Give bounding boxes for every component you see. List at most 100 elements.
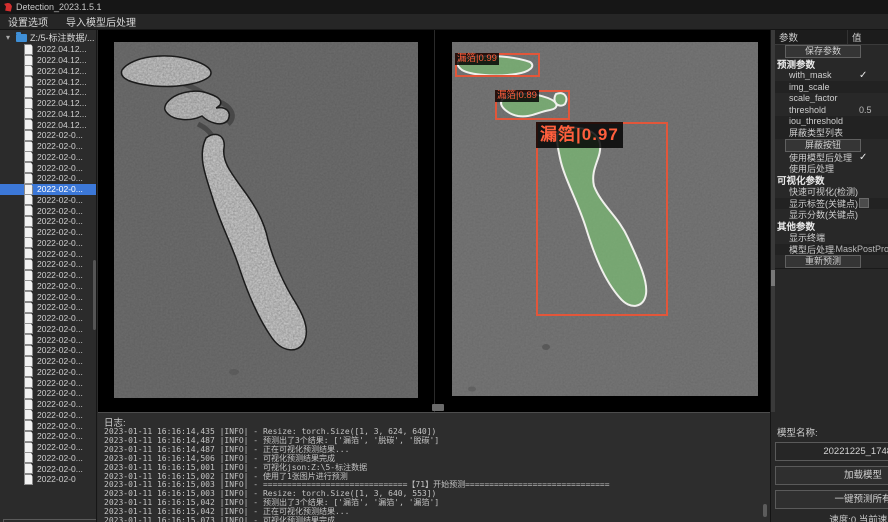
tree-file-item[interactable]: 2022-02-0... [0, 291, 97, 302]
tree-file-item[interactable]: 2022-02-0... [0, 141, 97, 152]
tree-file-item[interactable]: 2022-02-0... [0, 377, 97, 388]
tree-file-item[interactable]: 2022-02-0... [0, 162, 97, 173]
tree-file-item[interactable]: 2022-02-0... [0, 388, 97, 399]
original-image[interactable] [114, 42, 418, 398]
file-label: 2022.04.12... [37, 87, 87, 97]
model-name-field[interactable]: 20221225_174813 [775, 442, 888, 461]
tree-file-item[interactable]: 2022-02-0... [0, 227, 97, 238]
tree-file-item[interactable]: 2022-02-0 [0, 474, 97, 485]
param-action-button[interactable]: 屏蔽按钮 [785, 139, 861, 152]
tree-file-item[interactable]: 2022-02-0... [0, 324, 97, 335]
param-value: 0.5 [859, 105, 872, 115]
checkmark-icon[interactable]: ✓ [859, 152, 867, 163]
param-label: img_scale [775, 82, 859, 92]
file-icon [24, 345, 33, 356]
tree-file-item[interactable]: 2022-02-0... [0, 420, 97, 431]
tree-file-item[interactable]: 2022-02-0... [0, 442, 97, 453]
load-model-button[interactable]: 加载模型 [775, 466, 888, 485]
file-label: 2022-02-0... [37, 464, 83, 474]
parameter-row[interactable]: threshold0.5 [775, 104, 888, 116]
tree-file-item[interactable]: 2022-02-0... [0, 152, 97, 163]
file-label: 2022.04.12... [37, 55, 87, 65]
file-icon [24, 87, 33, 98]
file-label: 2022-02-0... [37, 335, 83, 345]
tree-file-item[interactable]: 2022-02-0... [0, 334, 97, 345]
tree-file-item[interactable]: 2022-02-0... [0, 356, 97, 367]
app-window: Detection_2023.1.5.1 设置选项 导入模型后处理 ▾ Z:/5… [0, 0, 888, 522]
tree-file-item[interactable]: 2022-02-0... [0, 367, 97, 378]
tree-file-item[interactable]: 2022.04.12... [0, 87, 97, 98]
param-label: 模型后处理器 [775, 243, 835, 256]
tree-root-folder[interactable]: ▾ Z:/5-标注数据/... [0, 31, 97, 44]
checkmark-icon[interactable]: ✓ [859, 70, 867, 81]
file-label: 2022-02-0... [37, 345, 83, 355]
tree-file-item[interactable]: 2022.04.12... [0, 98, 97, 109]
parameter-table-header: 参数 值 [775, 30, 888, 45]
tree-file-item[interactable]: 2022-02-0... [0, 216, 97, 227]
menu-item-import-postprocess[interactable]: 导入模型后处理 [66, 14, 136, 29]
panel-scrollbar-thumb[interactable] [771, 270, 775, 286]
log-line: 2023-01-11 16:16:15,073 |INFO| - 可视化预测结果… [104, 517, 610, 522]
tree-file-item[interactable]: 2022-02-0... [0, 270, 97, 281]
file-label: 2022-02-0... [37, 163, 83, 173]
chevron-down-icon: ▾ [6, 33, 13, 42]
tree-file-item[interactable]: 2022-02-0... [0, 410, 97, 421]
tree-file-item[interactable]: 2022-02-0... [0, 130, 97, 141]
parameter-row[interactable]: 屏蔽类型列表 [775, 127, 888, 139]
file-label: 2022.04.12... [37, 109, 87, 119]
param-label: 预测参数 [775, 57, 815, 71]
tree-file-item[interactable]: 2022-02-0... [0, 259, 97, 270]
detection-label-1: 漏箔|0.99 [455, 53, 499, 65]
tree-file-item[interactable]: 2022-02-0... [0, 302, 97, 313]
tree-file-item[interactable]: 2022.04.12... [0, 66, 97, 77]
viewer-scrollbar-thumb[interactable] [432, 404, 444, 411]
tree-file-item[interactable]: 2022-02-0... [0, 238, 97, 249]
tree-file-item[interactable]: 2022-02-0... [0, 205, 97, 216]
tree-file-item[interactable]: 2022-02-0... [0, 431, 97, 442]
tree-file-item[interactable]: 2022.04.12... [0, 76, 97, 87]
predict-all-button[interactable]: 一键预测所有 [775, 490, 888, 509]
file-label: 2022-02-0... [37, 453, 83, 463]
tree-file-item[interactable]: 2022.04.12... [0, 55, 97, 66]
file-icon [24, 420, 33, 431]
tree-file-item[interactable]: 2022-02-0... [0, 463, 97, 474]
file-label: 2022-02-0... [37, 324, 83, 334]
tree-file-item[interactable]: 2022-02-0... [0, 453, 97, 464]
prediction-image[interactable]: 漏箔|0.99 漏箔|0.89 漏箔|0.97 [452, 42, 758, 396]
file-icon [24, 399, 33, 410]
param-action-button[interactable]: 重新预测 [785, 255, 861, 268]
tree-file-item[interactable]: 2022-02-0... [0, 281, 97, 292]
parameter-row[interactable]: scale_factor [775, 93, 888, 105]
checkbox[interactable] [859, 198, 869, 208]
parameter-button-row: 重新预测 [775, 255, 888, 268]
log-lines[interactable]: 2023-01-11 16:16:14,435 |INFO| - Resize:… [104, 428, 610, 522]
file-label: 2022-02-0... [37, 227, 83, 237]
file-icon [24, 291, 33, 302]
tree-file-item[interactable]: 2022-02-0... [0, 184, 97, 195]
tree-file-item[interactable]: 2022-02-0... [0, 195, 97, 206]
tree-scrollbar[interactable] [93, 260, 96, 330]
tree-file-item[interactable]: 2022-02-0... [0, 345, 97, 356]
file-tree: ▾ Z:/5-标注数据/... 2022.04.12...2022.04.12.… [0, 31, 97, 517]
file-icon [24, 237, 33, 248]
parameter-row[interactable]: 模型后处理器MaskPostPro [775, 244, 888, 256]
parameter-panel: 参数 值 保存参数预测参数with_mask✓img_scalescale_fa… [770, 30, 888, 522]
file-label: 2022-02-0... [37, 378, 83, 388]
parameter-row[interactable]: img_scale [775, 81, 888, 93]
menu-item-settings[interactable]: 设置选项 [8, 14, 48, 29]
file-icon [24, 377, 33, 388]
file-label: 2022-02-0... [37, 195, 83, 205]
tree-file-item[interactable]: 2022.04.12... [0, 119, 97, 130]
tree-file-item[interactable]: 2022.04.12... [0, 109, 97, 120]
tree-file-item[interactable]: 2022.04.12... [0, 44, 97, 55]
file-icon [24, 205, 33, 216]
file-label: 2022.04.12... [37, 44, 87, 54]
parameter-row[interactable]: with_mask✓ [775, 70, 888, 82]
log-scrollbar-thumb[interactable] [763, 504, 767, 517]
tree-file-item[interactable]: 2022-02-0... [0, 399, 97, 410]
tree-file-item[interactable]: 2022-02-0... [0, 313, 97, 324]
file-label: 2022-02-0... [37, 184, 83, 194]
file-label: 2022-02-0... [37, 270, 83, 280]
tree-file-item[interactable]: 2022-02-0... [0, 248, 97, 259]
tree-file-item[interactable]: 2022-02-0... [0, 173, 97, 184]
